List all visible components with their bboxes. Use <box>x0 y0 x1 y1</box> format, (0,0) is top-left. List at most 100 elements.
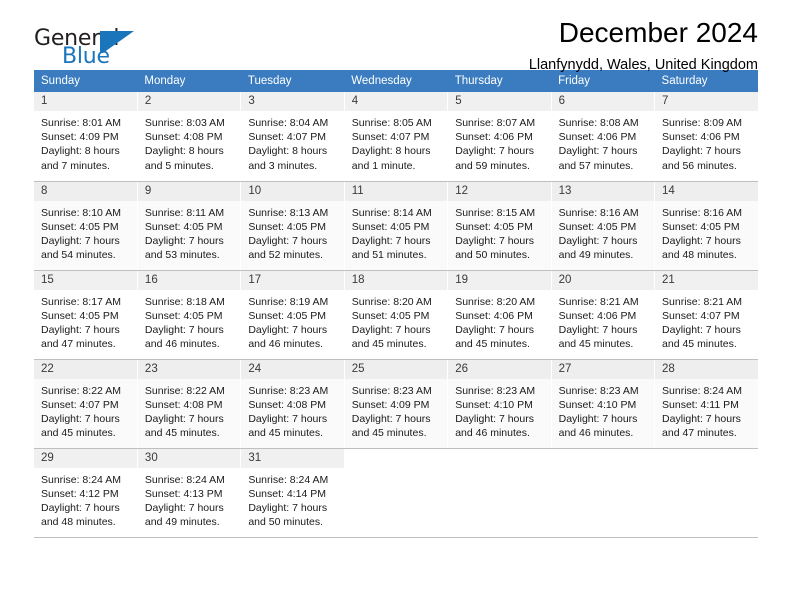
daylight-line2-text: and 56 minutes. <box>662 159 737 172</box>
calendar-day-cell[interactable]: 5 Sunrise: 8:07 AM Sunset: 4:06 PM Daylight… <box>447 92 552 182</box>
calendar-table: Sunday Monday Tuesday Wednesday Thursday Frid… <box>34 70 758 538</box>
day-number: 3 <box>241 92 344 111</box>
daylight-line2-text: and 46 minutes. <box>144 338 220 351</box>
sunset-text: Sunset: 4:13 PM <box>144 487 223 500</box>
sunset-text: Sunset: 4:05 PM <box>248 220 326 233</box>
calendar-day-cell[interactable]: 23 Sunrise: 8:22 AM Sunset: 4:08 PM Dayligh… <box>137 359 242 449</box>
day-number: 31 <box>241 448 344 468</box>
day-details: Sunrise: 8:15 AM Sunset: 4:05 PM Daylight:… <box>448 201 550 263</box>
daylight-line1-text: Daylight: 7 hours <box>41 412 120 425</box>
calendar-day-cell[interactable]: 8 Sunrise: 8:10 AM Sunset: 4:05 PM Daylight… <box>34 181 138 271</box>
daylight-line2-text: and 3 minutes. <box>248 159 318 172</box>
sunset-text: Sunset: 4:06 PM <box>455 131 533 144</box>
general-blue-logo[interactable]: General Blue <box>34 28 164 74</box>
sunrise-text: Sunrise: 8:23 AM <box>558 384 639 397</box>
daylight-line1-text: Daylight: 7 hours <box>662 234 741 247</box>
calendar-day-cell[interactable]: 17 Sunrise: 8:19 AM Sunset: 4:05 PM Dayligh… <box>240 270 345 360</box>
day-details: Sunrise: 8:20 AM Sunset: 4:06 PM Daylight:… <box>448 290 550 352</box>
day-details: Sunrise: 8:01 AM Sunset: 4:09 PM Daylight:… <box>34 111 137 173</box>
calendar-day-cell[interactable]: 29 Sunrise: 8:24 AM Sunset: 4:12 PM Dayligh… <box>34 448 138 538</box>
daylight-line2-text: and 50 minutes. <box>455 249 530 262</box>
sunset-text: Sunset: 4:05 PM <box>41 309 119 322</box>
day-number: 13 <box>551 181 655 201</box>
daylight-line2-text: and 46 minutes. <box>248 338 324 351</box>
daylight-line1-text: Daylight: 7 hours <box>248 323 328 336</box>
calendar-week-row: 1 Sunrise: 8:01 AM Sunset: 4:09 PM Daylight… <box>34 92 758 182</box>
calendar-day-cell[interactable]: 9 Sunrise: 8:11 AM Sunset: 4:05 PM Daylight… <box>137 181 242 271</box>
calendar-day-cell[interactable]: 30 Sunrise: 8:24 AM Sunset: 4:13 PM Dayligh… <box>137 448 242 538</box>
calendar-day-cell[interactable]: 4 Sunrise: 8:05 AM Sunset: 4:07 PM Daylight… <box>344 92 449 182</box>
daylight-line1-text: Daylight: 7 hours <box>351 412 431 425</box>
calendar-day-cell[interactable]: 10 Sunrise: 8:13 AM Sunset: 4:05 PM Dayligh… <box>240 181 345 271</box>
sunrise-text: Sunrise: 8:16 AM <box>662 206 742 219</box>
calendar-day-cell[interactable]: 31 Sunrise: 8:24 AM Sunset: 4:14 PM Dayligh… <box>240 448 345 538</box>
calendar-day-cell[interactable]: 20 Sunrise: 8:21 AM Sunset: 4:06 PM Dayligh… <box>551 270 656 360</box>
daylight-line2-text: and 50 minutes. <box>248 516 324 529</box>
day-number: 29 <box>34 448 137 468</box>
sunrise-text: Sunrise: 8:23 AM <box>351 384 432 397</box>
sunrise-text: Sunrise: 8:18 AM <box>144 295 225 308</box>
daylight-line1-text: Daylight: 7 hours <box>455 323 534 336</box>
day-number: 5 <box>448 92 551 111</box>
title-block: December 2024 Llanfynydd, Wales, United … <box>529 16 758 75</box>
page-subtitle: Llanfynydd, Wales, United Kingdom <box>528 57 758 73</box>
daylight-line2-text: and 47 minutes. <box>41 338 116 351</box>
calendar-day-cell[interactable]: 28 Sunrise: 8:24 AM Sunset: 4:11 PM Dayligh… <box>654 359 758 449</box>
day-number: 18 <box>344 270 448 290</box>
daylight-line2-text: and 54 minutes. <box>41 249 116 262</box>
daylight-line2-text: and 49 minutes. <box>144 516 220 529</box>
sunrise-text: Sunrise: 8:03 AM <box>144 117 225 129</box>
calendar-day-cell[interactable]: 14 Sunrise: 8:16 AM Sunset: 4:05 PM Dayligh… <box>654 181 758 271</box>
calendar-day-cell[interactable]: 27 Sunrise: 8:23 AM Sunset: 4:10 PM Dayligh… <box>551 359 656 449</box>
daylight-line2-text: and 1 minute. <box>351 159 416 172</box>
calendar-day-cell[interactable]: 15 Sunrise: 8:17 AM Sunset: 4:05 PM Dayligh… <box>34 270 138 360</box>
calendar-day-cell[interactable]: 19 Sunrise: 8:20 AM Sunset: 4:06 PM Dayligh… <box>447 270 552 360</box>
calendar-day-cell[interactable]: 6 Sunrise: 8:08 AM Sunset: 4:06 PM Daylight… <box>551 92 656 182</box>
daylight-line2-text: and 45 minutes. <box>248 427 324 440</box>
day-details: Sunrise: 8:07 AM Sunset: 4:06 PM Daylight:… <box>448 111 550 173</box>
sunrise-text: Sunrise: 8:08 AM <box>558 117 639 129</box>
daylight-line2-text: and 48 minutes. <box>41 516 116 529</box>
daylight-line2-text: and 45 minutes. <box>558 338 634 351</box>
sunrise-text: Sunrise: 8:24 AM <box>248 473 329 486</box>
daylight-line1-text: Daylight: 7 hours <box>662 323 741 336</box>
daylight-line1-text: Daylight: 8 hours <box>41 145 120 158</box>
calendar-day-cell[interactable]: 22 Sunrise: 8:22 AM Sunset: 4:07 PM Dayligh… <box>34 359 138 449</box>
calendar-day-cell[interactable]: 7 Sunrise: 8:09 AM Sunset: 4:06 PM Daylight… <box>654 92 758 182</box>
sunrise-text: Sunrise: 8:24 AM <box>41 473 121 486</box>
calendar-day-cell[interactable]: 24 Sunrise: 8:23 AM Sunset: 4:08 PM Dayligh… <box>240 359 345 449</box>
day-number: 14 <box>655 181 758 201</box>
sunrise-text: Sunrise: 8:21 AM <box>662 295 742 308</box>
sunset-text: Sunset: 4:06 PM <box>558 131 637 144</box>
day-details: Sunrise: 8:11 AM Sunset: 4:05 PM Daylight:… <box>138 201 240 263</box>
daylight-line2-text: and 46 minutes. <box>455 427 530 440</box>
daylight-line2-text: and 59 minutes. <box>455 159 530 172</box>
calendar-day-cell[interactable]: 26 Sunrise: 8:23 AM Sunset: 4:10 PM Dayligh… <box>447 359 552 449</box>
daylight-line1-text: Daylight: 7 hours <box>351 234 431 247</box>
calendar-day-cell[interactable]: 18 Sunrise: 8:20 AM Sunset: 4:05 PM Dayligh… <box>344 270 449 360</box>
daylight-line1-text: Daylight: 7 hours <box>41 323 120 336</box>
calendar-day-cell[interactable]: 21 Sunrise: 8:21 AM Sunset: 4:07 PM Dayligh… <box>654 270 758 360</box>
day-details: Sunrise: 8:09 AM Sunset: 4:06 PM Daylight:… <box>655 111 758 173</box>
daylight-line1-text: Daylight: 7 hours <box>144 234 224 247</box>
day-number: 21 <box>655 270 758 290</box>
day-details: Sunrise: 8:22 AM Sunset: 4:08 PM Daylight:… <box>138 379 240 441</box>
day-details: Sunrise: 8:03 AM Sunset: 4:08 PM Daylight:… <box>138 111 240 173</box>
sunset-text: Sunset: 4:07 PM <box>351 131 430 144</box>
sunrise-text: Sunrise: 8:24 AM <box>144 473 225 486</box>
sunset-text: Sunset: 4:12 PM <box>41 487 119 500</box>
calendar-day-cell[interactable]: 1 Sunrise: 8:01 AM Sunset: 4:09 PM Daylight… <box>34 92 138 182</box>
calendar-day-cell[interactable]: 13 Sunrise: 8:16 AM Sunset: 4:05 PM Dayligh… <box>551 181 656 271</box>
calendar-day-cell[interactable]: 2 Sunrise: 8:03 AM Sunset: 4:08 PM Daylight… <box>137 92 242 182</box>
calendar-day-cell[interactable]: 11 Sunrise: 8:14 AM Sunset: 4:05 PM Dayligh… <box>344 181 449 271</box>
day-number: 22 <box>34 359 137 379</box>
day-number: 27 <box>551 359 655 379</box>
day-number: 2 <box>137 92 241 111</box>
calendar-day-cell[interactable]: 25 Sunrise: 8:23 AM Sunset: 4:09 PM Dayligh… <box>344 359 449 449</box>
calendar-week-row: 15 Sunrise: 8:17 AM Sunset: 4:05 PM Dayligh… <box>34 270 758 360</box>
sunrise-text: Sunrise: 8:23 AM <box>248 384 329 397</box>
calendar-day-cell[interactable]: 12 Sunrise: 8:15 AM Sunset: 4:05 PM Dayligh… <box>447 181 552 271</box>
day-number: 17 <box>241 270 344 290</box>
calendar-day-cell[interactable]: 3 Sunrise: 8:04 AM Sunset: 4:07 PM Daylight… <box>240 92 345 182</box>
calendar-day-cell[interactable]: 16 Sunrise: 8:18 AM Sunset: 4:05 PM Dayligh… <box>137 270 242 360</box>
